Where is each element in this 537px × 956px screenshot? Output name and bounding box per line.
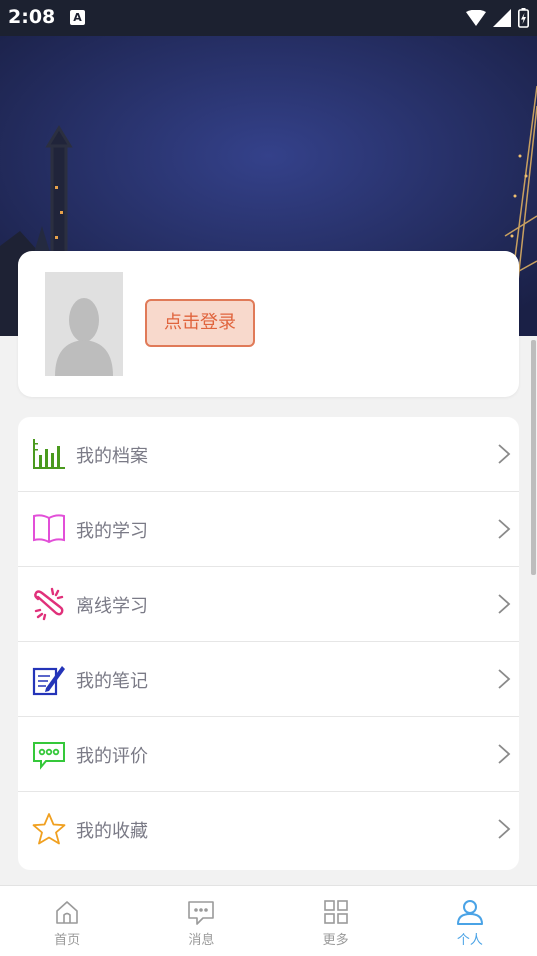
tab-label: 消息 xyxy=(188,933,215,948)
status-icons xyxy=(464,7,529,29)
offline-link-icon xyxy=(34,587,64,621)
chevron-right-icon xyxy=(498,519,511,539)
chevron-right-icon xyxy=(498,669,511,689)
notification-badge-icon: A xyxy=(70,10,85,25)
avatar[interactable] xyxy=(45,272,123,376)
menu-item-my-study[interactable]: 我的学习 xyxy=(18,492,519,567)
wifi-icon xyxy=(465,9,486,26)
person-icon xyxy=(456,900,483,925)
tab-more[interactable]: 更多 xyxy=(269,886,403,956)
chevron-right-icon xyxy=(498,444,511,464)
menu-item-notes[interactable]: 我的笔记 xyxy=(18,642,519,717)
menu-item-label: 我的档案 xyxy=(76,446,148,467)
scrollbar[interactable] xyxy=(531,340,536,575)
status-time: 2:08 xyxy=(8,6,56,28)
chevron-right-icon xyxy=(498,819,511,839)
login-button[interactable]: 点击登录 xyxy=(145,299,255,347)
menu-item-label: 我的学习 xyxy=(76,521,148,542)
status-bar: 2:08 A xyxy=(0,0,537,36)
menu-list: 我的档案 我的学习 离线学习 我的笔记 我的评价 我的收藏 xyxy=(18,417,519,870)
tab-label: 个人 xyxy=(456,933,483,948)
menu-item-offline-study[interactable]: 离线学习 xyxy=(18,567,519,642)
chat-bubble-icon xyxy=(33,742,65,770)
battery-icon xyxy=(518,7,529,28)
menu-item-reviews[interactable]: 我的评价 xyxy=(18,717,519,792)
bar-chart-icon xyxy=(33,439,65,469)
tab-home[interactable]: 首页 xyxy=(0,886,134,956)
home-icon xyxy=(56,901,78,924)
chevron-right-icon xyxy=(498,594,511,614)
menu-item-label: 我的评价 xyxy=(76,746,148,767)
chevron-right-icon xyxy=(498,744,511,764)
signal-icon xyxy=(492,8,511,27)
tab-label: 首页 xyxy=(54,933,81,948)
tab-messages[interactable]: 消息 xyxy=(134,886,268,956)
message-icon xyxy=(188,901,215,925)
notepad-pen-icon xyxy=(32,666,65,696)
tab-label: 更多 xyxy=(322,933,349,948)
bottom-tab-bar: 首页 消息 更多 个人 xyxy=(0,885,537,956)
tab-profile[interactable]: 个人 xyxy=(403,886,537,956)
open-book-icon xyxy=(33,514,65,544)
grid-icon xyxy=(323,900,348,924)
star-icon xyxy=(32,813,66,845)
menu-item-archive[interactable]: 我的档案 xyxy=(18,417,519,492)
menu-item-favorites[interactable]: 我的收藏 xyxy=(18,792,519,867)
menu-item-label: 离线学习 xyxy=(76,596,148,617)
menu-item-label: 我的收藏 xyxy=(76,821,148,842)
default-avatar-icon xyxy=(45,272,123,376)
profile-card: 点击登录 xyxy=(18,251,519,397)
menu-item-label: 我的笔记 xyxy=(76,671,148,692)
